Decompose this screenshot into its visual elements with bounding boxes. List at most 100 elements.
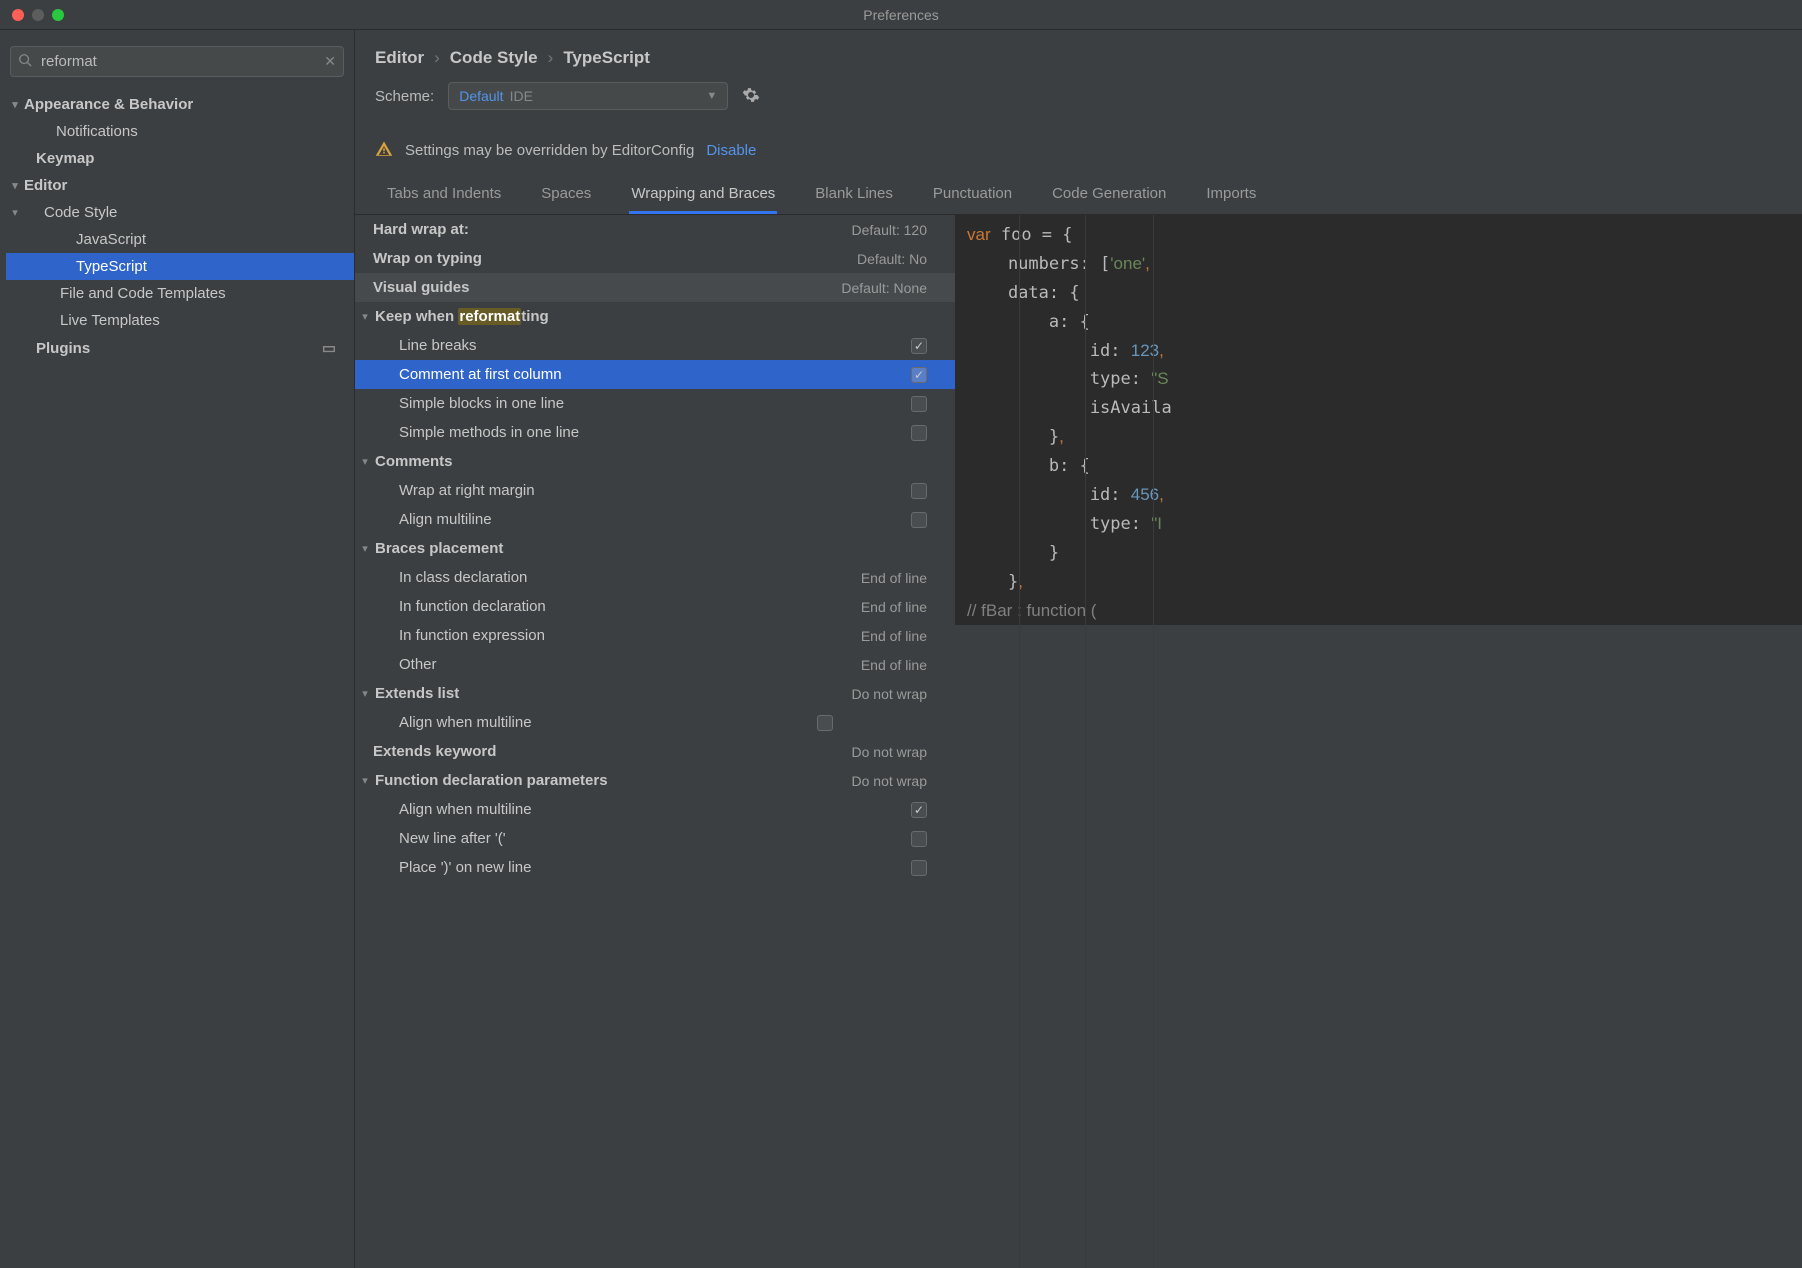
tab-spaces[interactable]: Spaces xyxy=(539,175,593,214)
sidebar-item-live-templates[interactable]: Live Templates xyxy=(6,307,354,334)
sidebar-item-notifications[interactable]: Notifications xyxy=(6,118,354,145)
setting-label: Visual guides xyxy=(373,279,469,296)
setting-label: Extends list xyxy=(375,685,459,702)
setting-row[interactable]: In function declarationEnd of line xyxy=(355,592,955,621)
checkbox[interactable] xyxy=(911,512,927,528)
clear-icon[interactable]: ✕ xyxy=(324,53,336,70)
setting-label: In function expression xyxy=(399,627,545,644)
sidebar-item-label: Keymap xyxy=(36,150,94,167)
setting-label: Place ')' on new line xyxy=(399,859,531,876)
setting-row[interactable]: Comment at first column xyxy=(355,360,955,389)
window-title: Preferences xyxy=(863,7,938,23)
setting-row[interactable]: Extends keywordDo not wrap xyxy=(355,737,955,766)
pin-icon: ▭ xyxy=(322,339,336,357)
settings-tree: ▾Appearance & Behavior Notifications Keyma… xyxy=(0,91,354,362)
settings-list: Hard wrap at: Default: 120 Wrap on typing D… xyxy=(355,215,955,1268)
chevron-down-icon: ▾ xyxy=(355,455,375,468)
setting-row[interactable]: Wrap on typing Default: No xyxy=(355,244,955,273)
checkbox[interactable] xyxy=(911,425,927,441)
setting-value: Default: 120 xyxy=(852,222,944,238)
disable-link[interactable]: Disable xyxy=(706,142,756,159)
setting-row[interactable]: ▾Braces placement xyxy=(355,534,955,563)
setting-row[interactable]: Line breaks xyxy=(355,331,955,360)
tabs: Tabs and Indents Spaces Wrapping and Brace… xyxy=(355,175,1802,215)
sidebar-item-plugins[interactable]: Plugins ▭ xyxy=(6,334,354,362)
sidebar-item-file-and-code-templates[interactable]: File and Code Templates xyxy=(6,280,354,307)
breadcrumb-item[interactable]: Code Style xyxy=(450,48,538,68)
maximize-icon[interactable] xyxy=(52,9,64,21)
sidebar-item-label: Editor xyxy=(24,177,67,194)
breadcrumb-item[interactable]: TypeScript xyxy=(563,48,650,68)
setting-label: Align when multiline xyxy=(399,714,532,731)
setting-row[interactable]: Visual guidesDefault: None xyxy=(355,273,955,302)
close-icon[interactable] xyxy=(12,9,24,21)
setting-row[interactable]: Place ')' on new line xyxy=(355,853,955,882)
sidebar-item-label: Code Style xyxy=(44,204,117,221)
setting-label: In function declaration xyxy=(399,598,546,615)
scheme-label: Scheme: xyxy=(375,88,434,105)
setting-row[interactable]: Hard wrap at: Default: 120 xyxy=(355,215,955,244)
setting-value: Do not wrap xyxy=(852,744,943,760)
warning-text: Settings may be overridden by EditorConf… xyxy=(405,142,694,159)
sidebar-item-editor[interactable]: ▾Editor xyxy=(6,172,354,199)
checkbox[interactable] xyxy=(911,860,927,876)
scheme-suffix: IDE xyxy=(510,88,533,104)
setting-row[interactable]: OtherEnd of line xyxy=(355,650,955,679)
setting-label: Simple methods in one line xyxy=(399,424,579,441)
sidebar-item-javascript[interactable]: JavaScript xyxy=(6,226,354,253)
setting-label: In class declaration xyxy=(399,569,527,586)
setting-row[interactable]: Wrap at right margin xyxy=(355,476,955,505)
setting-row[interactable]: ▾Extends listDo not wrap xyxy=(355,679,955,708)
chevron-down-icon: ▼ xyxy=(706,90,717,102)
breadcrumb-separator: › xyxy=(434,48,440,68)
checkbox[interactable] xyxy=(911,396,927,412)
setting-label: Comments xyxy=(375,453,453,470)
setting-row[interactable]: ▾Comments xyxy=(355,447,955,476)
setting-row[interactable]: Align when multiline xyxy=(355,795,955,824)
checkbox[interactable] xyxy=(817,715,833,731)
setting-label: Wrap on typing xyxy=(373,250,482,267)
setting-label: Align multiline xyxy=(399,511,492,528)
checkbox[interactable] xyxy=(911,367,927,383)
setting-row[interactable]: Align when multiline xyxy=(355,708,955,737)
tab-blank-lines[interactable]: Blank Lines xyxy=(813,175,895,214)
setting-label: Align when multiline xyxy=(399,801,532,818)
checkbox[interactable] xyxy=(911,483,927,499)
sidebar-item-keymap[interactable]: Keymap xyxy=(6,145,354,172)
titlebar: Preferences xyxy=(0,0,1802,30)
minimize-icon[interactable] xyxy=(32,9,44,21)
checkbox[interactable] xyxy=(911,831,927,847)
tab-tabs-and-indents[interactable]: Tabs and Indents xyxy=(385,175,503,214)
setting-row[interactable]: In function expressionEnd of line xyxy=(355,621,955,650)
setting-row[interactable]: In class declaration End of line xyxy=(355,563,955,592)
scheme-value: Default xyxy=(459,88,503,104)
checkbox[interactable] xyxy=(911,338,927,354)
setting-value: Default: No xyxy=(857,251,943,267)
setting-row[interactable]: Align multiline xyxy=(355,505,955,534)
setting-row[interactable]: ▾Keep when reformatting xyxy=(355,302,955,331)
sidebar-item-appearance-behavior[interactable]: ▾Appearance & Behavior xyxy=(6,91,354,118)
sidebar-item-label: Notifications xyxy=(56,123,138,140)
setting-row[interactable]: Simple methods in one line xyxy=(355,418,955,447)
sidebar-item-code-style[interactable]: ▾Code Style xyxy=(6,199,354,226)
tab-imports[interactable]: Imports xyxy=(1204,175,1258,214)
setting-row[interactable]: Simple blocks in one line xyxy=(355,389,955,418)
setting-label: Keep when reformatting xyxy=(375,308,549,325)
setting-row[interactable]: ▾Function declaration parametersDo not w… xyxy=(355,766,955,795)
breadcrumb-item[interactable]: Editor xyxy=(375,48,424,68)
tab-code-generation[interactable]: Code Generation xyxy=(1050,175,1168,214)
sidebar-item-label: Plugins xyxy=(36,340,90,357)
setting-value: End of line xyxy=(861,570,943,586)
setting-label: Hard wrap at: xyxy=(373,221,469,238)
sidebar-item-typescript[interactable]: TypeScript xyxy=(6,253,354,280)
gear-icon[interactable] xyxy=(742,86,760,107)
tab-punctuation[interactable]: Punctuation xyxy=(931,175,1014,214)
tab-wrapping-and-braces[interactable]: Wrapping and Braces xyxy=(629,175,777,214)
setting-label: Simple blocks in one line xyxy=(399,395,564,412)
scheme-select[interactable]: Default IDE ▼ xyxy=(448,82,728,110)
checkbox[interactable] xyxy=(911,802,927,818)
setting-row[interactable]: New line after '(' xyxy=(355,824,955,853)
search-input[interactable] xyxy=(10,46,344,77)
traffic-lights xyxy=(0,9,64,21)
code-preview: var foo = { numbers: ['one', data: { a: … xyxy=(955,215,1802,1268)
